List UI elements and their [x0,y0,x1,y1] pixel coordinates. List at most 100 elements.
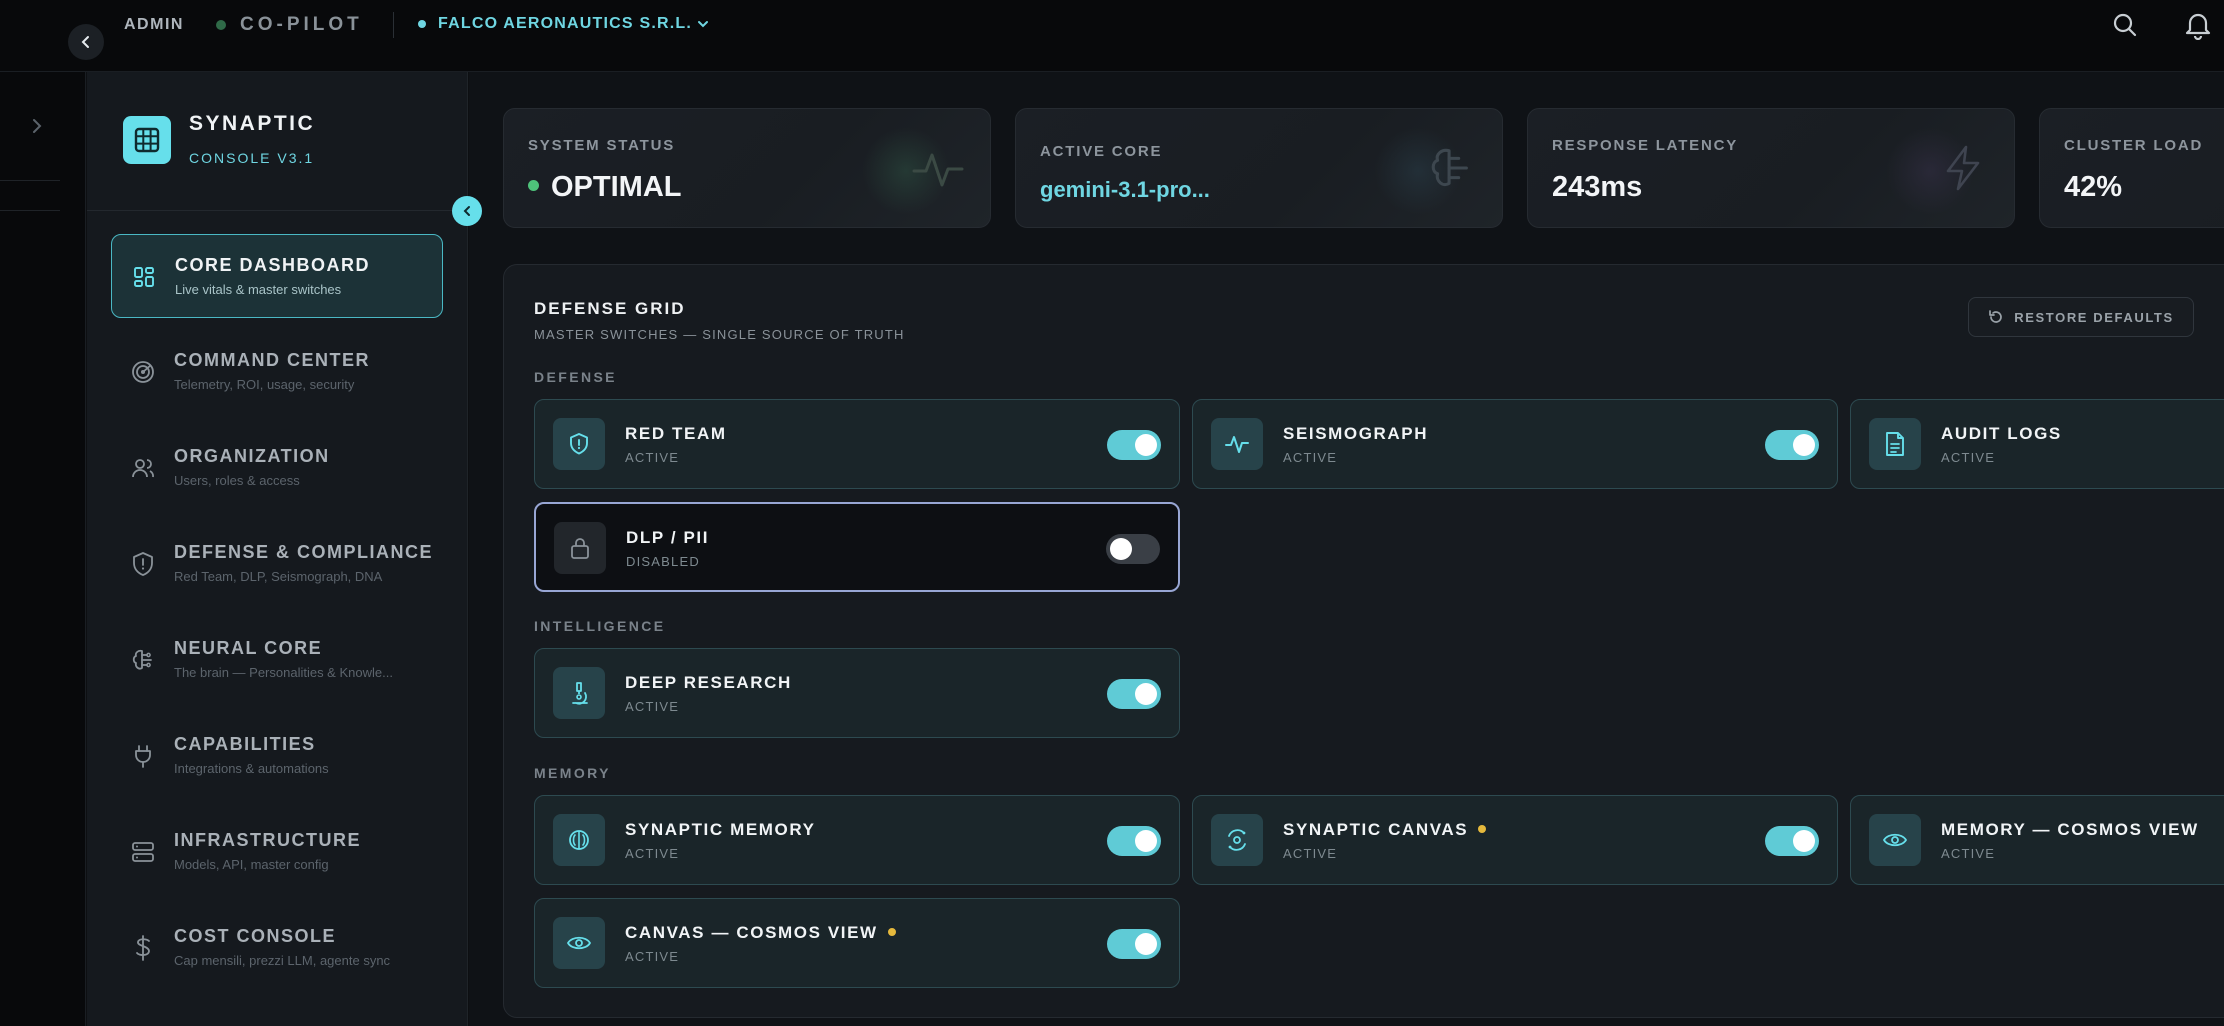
server-icon [129,838,157,866]
module-card-deep-research: DEEP RESEARCH ACTIVE [534,648,1180,738]
sidebar-item-cost-console[interactable]: COST CONSOLE Cap mensili, prezzi LLM, ag… [111,906,443,990]
stat-card-cluster-load: CLUSTER LOAD 42% [2039,108,2224,228]
sidebar-collapse-button[interactable] [452,196,482,226]
sidebar-item-neural-core[interactable]: NEURAL CORE The brain — Personalities & … [111,618,443,702]
stat-label: SYSTEM STATUS [528,137,676,154]
module-state: ACTIVE [1283,450,1338,465]
sidebar-item-subtitle: Users, roles & access [174,473,300,488]
stat-value-text: OPTIMAL [551,171,682,203]
module-card-synaptic-canvas: SYNAPTIC CANVAS ACTIVE [1192,795,1838,885]
sidebar-item-title: INFRASTRUCTURE [174,830,361,850]
beta-badge-dot [1478,824,1487,833]
brain-icon [1431,148,1468,187]
top-bar: ADMIN CO-PILOT FALCO AERONAUTICS S.R.L. [0,0,2224,72]
toggle-knob [1110,538,1132,560]
sidebar-item-title: NEURAL CORE [174,638,323,658]
document-icon [1869,418,1921,470]
toggle-knob [1793,830,1815,852]
plug-icon [129,742,157,770]
toggle-switch[interactable] [1107,430,1161,460]
users-icon [129,454,157,482]
module-name: DEEP RESEARCH [625,673,792,692]
sidebar-item-title: COST CONSOLE [174,926,337,946]
stat-value: gemini-3.1-pro... [1040,177,1210,202]
module-card-memory-cosmos-view: MEMORY — COSMOS VIEW ACTIVE [1850,795,2224,885]
sidebar-item-command-center[interactable]: COMMAND CENTER Telemetry, ROI, usage, se… [111,330,443,414]
module-state: DISABLED [626,554,700,569]
module-name-text: CANVAS — COSMOS VIEW [625,923,878,942]
toggle-switch[interactable] [1106,534,1160,564]
module-card-canvas-cosmos-view: CANVAS — COSMOS VIEW ACTIVE [534,898,1180,988]
main-content: SYSTEM STATUS OPTIMAL ACTIVE CORE gemini… [469,72,2224,1026]
stat-label: CLUSTER LOAD [2064,137,2204,154]
toggle-knob [1135,434,1157,456]
org-selector[interactable]: FALCO AERONAUTICS S.R.L. [438,15,692,33]
toggle-knob [1793,434,1815,456]
chevron-left-icon [463,206,470,216]
module-card-red-team: RED TEAM ACTIVE [534,399,1180,489]
sidebar-item-title: CAPABILITIES [174,734,316,754]
lock-icon [554,522,606,574]
panel-subtitle: MASTER SWITCHES — SINGLE SOURCE OF TRUTH [534,327,905,342]
sidebar-item-organization[interactable]: ORGANIZATION Users, roles & access [111,426,443,510]
eye-icon [1869,814,1921,866]
sidebar-item-title: CORE DASHBOARD [175,255,371,275]
copilot-status-dot [216,20,226,30]
chevron-left-icon [81,36,89,48]
module-card-dlp-pii: DLP / PII DISABLED [534,502,1180,592]
sidebar-item-title: COMMAND CENTER [174,350,370,370]
orbit-icon [1211,814,1263,866]
module-state: ACTIVE [625,846,680,861]
grid-icon [134,127,160,153]
module-state: ACTIVE [1941,846,1996,861]
module-state: ACTIVE [625,699,680,714]
module-card-audit-logs: AUDIT LOGS ACTIVE [1850,399,2224,489]
pulse-icon [1211,418,1263,470]
chevron-down-icon[interactable] [696,17,710,31]
restore-defaults-button[interactable]: RESTORE DEFAULTS [1968,297,2194,337]
section-label-memory: MEMORY [534,765,611,781]
toggle-switch[interactable] [1107,929,1161,959]
toggle-switch[interactable] [1765,430,1819,460]
toggle-knob [1135,683,1157,705]
module-state: ACTIVE [1283,846,1338,861]
search-icon[interactable] [2112,12,2138,38]
module-name: SYNAPTIC CANVAS [1283,820,1487,840]
chevron-right-icon[interactable] [30,118,44,134]
microscope-icon [553,667,605,719]
brand-title: SYNAPTIC [189,112,316,135]
sidebar: SYNAPTIC CONSOLE V3.1 CORE DASHBOARD Liv… [87,72,482,1026]
sidebar-item-subtitle: Cap mensili, prezzi LLM, agente sync [174,953,391,968]
panel-title: DEFENSE GRID [534,299,686,318]
defense-grid-panel: DEFENSE GRID MASTER SWITCHES — SINGLE SO… [503,264,2224,1018]
sidebar-item-core-dashboard[interactable]: CORE DASHBOARD Live vitals & master swit… [111,234,443,318]
collapse-button[interactable] [68,24,104,60]
sidebar-item-infrastructure[interactable]: INFRASTRUCTURE Models, API, master confi… [111,810,443,894]
toggle-switch[interactable] [1107,826,1161,856]
sidebar-item-subtitle: Models, API, master config [174,857,329,872]
toggle-switch[interactable] [1107,679,1161,709]
pulse-icon [912,153,964,187]
sidebar-item-subtitle: The brain — Personalities & Knowle... [174,665,393,680]
reset-icon [1989,310,2003,323]
sidebar-item-defense-compliance[interactable]: DEFENSE & COMPLIANCE Red Team, DLP, Seis… [111,522,443,606]
sidebar-item-capabilities[interactable]: CAPABILITIES Integrations & automations [111,714,443,798]
copilot-label: CO-PILOT [240,14,363,35]
stat-card-system-status: SYSTEM STATUS OPTIMAL [503,108,991,228]
section-label-defense: DEFENSE [534,369,617,385]
toggle-switch[interactable] [1765,826,1819,856]
module-name-text: SYNAPTIC CANVAS [1283,820,1469,839]
bell-icon[interactable] [2184,10,2212,40]
module-state: ACTIVE [1941,450,1996,465]
brain-icon [553,814,605,866]
module-name: AUDIT LOGS [1941,424,2062,443]
divider [0,210,60,211]
divider [87,210,468,211]
divider [393,12,394,38]
module-state: ACTIVE [625,949,680,964]
module-state: ACTIVE [625,450,680,465]
stat-card-active-core: ACTIVE CORE gemini-3.1-pro... [1015,108,1503,228]
module-card-seismograph: SEISMOGRAPH ACTIVE [1192,399,1838,489]
dollar-icon [129,934,157,962]
module-name: CANVAS — COSMOS VIEW [625,923,896,943]
